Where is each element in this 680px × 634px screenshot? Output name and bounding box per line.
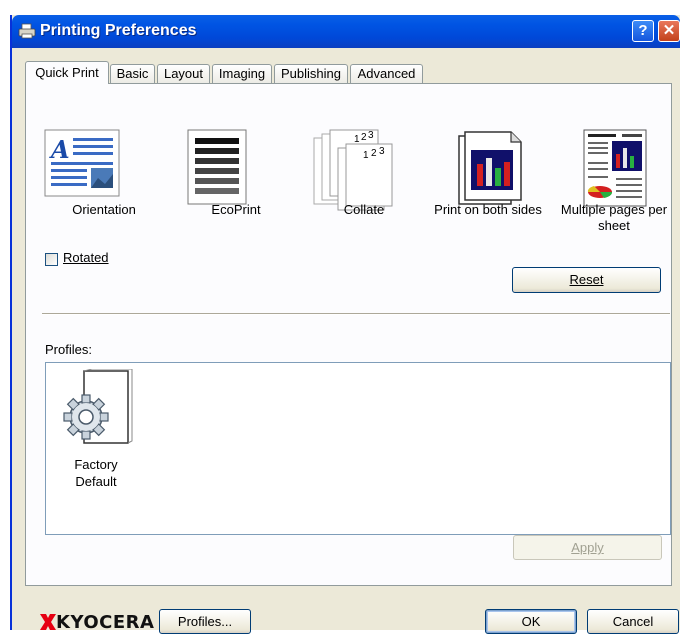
tab-publishing[interactable]: Publishing bbox=[274, 64, 348, 83]
profiles-label: Profiles: bbox=[45, 342, 92, 357]
profiles-button[interactable]: Profiles... bbox=[159, 609, 251, 634]
svg-text:2: 2 bbox=[371, 148, 377, 159]
orientation-option[interactable]: A bbox=[23, 128, 143, 203]
duplex-option[interactable] bbox=[431, 128, 551, 211]
svg-text:2: 2 bbox=[361, 132, 367, 143]
ecoprint-label: EcoPrint bbox=[211, 202, 261, 217]
help-button[interactable]: ? bbox=[632, 20, 654, 42]
orientation-label: Orientation bbox=[72, 202, 136, 217]
profiles-list[interactable]: Factory Default bbox=[45, 362, 671, 535]
orientation-icon: A bbox=[44, 129, 120, 197]
rotated-label[interactable]: Rotated bbox=[63, 250, 109, 265]
svg-text:1: 1 bbox=[354, 134, 360, 145]
tab-layout[interactable]: Layout bbox=[157, 64, 210, 83]
tab-advanced[interactable]: Advanced bbox=[350, 64, 423, 83]
question-icon: ? bbox=[638, 22, 648, 39]
kyocera-logo-icon bbox=[40, 614, 56, 630]
close-icon: ✕ bbox=[662, 22, 676, 39]
title-bar[interactable]: Printing Preferences ? ✕ bbox=[12, 15, 680, 48]
printer-icon bbox=[18, 23, 36, 39]
reset-button-label: Reset bbox=[569, 272, 604, 287]
multiple-pages-option[interactable] bbox=[555, 128, 675, 211]
reset-button[interactable]: Reset bbox=[512, 267, 661, 293]
profile-gear-icon bbox=[63, 369, 133, 444]
collate-label: Collate bbox=[343, 202, 385, 217]
svg-text:A: A bbox=[49, 135, 70, 164]
close-button[interactable]: ✕ bbox=[658, 20, 680, 42]
cancel-button[interactable]: Cancel bbox=[587, 609, 679, 634]
tab-basic[interactable]: Basic bbox=[110, 64, 155, 83]
separator bbox=[42, 313, 670, 315]
profile-item-factory-default[interactable]: Factory Default bbox=[46, 363, 146, 493]
apply-button[interactable]: Apply bbox=[513, 535, 662, 560]
svg-text:3: 3 bbox=[368, 130, 374, 141]
svg-text:1: 1 bbox=[363, 150, 369, 161]
multiple-pages-icon bbox=[583, 129, 647, 207]
duplex-icon bbox=[458, 131, 522, 205]
tab-quick-print[interactable]: Quick Print bbox=[25, 61, 109, 84]
profile-name: Factory Default bbox=[74, 457, 118, 489]
tab-imaging[interactable]: Imaging bbox=[212, 64, 272, 83]
duplex-label: Print on both sides bbox=[434, 202, 542, 217]
apply-button-label: Apply bbox=[571, 540, 604, 555]
multiple-pages-label: Multiple pages per sheet bbox=[560, 202, 668, 233]
window-title: Printing Preferences bbox=[40, 22, 197, 39]
ecoprint-icon bbox=[187, 129, 247, 205]
svg-text:3: 3 bbox=[379, 146, 385, 157]
ok-button[interactable]: OK bbox=[485, 609, 577, 634]
rotated-checkbox[interactable] bbox=[45, 253, 58, 266]
ecoprint-option[interactable] bbox=[158, 128, 278, 211]
printing-preferences-window: Printing Preferences ? ✕ Quick Print Bas… bbox=[10, 15, 680, 634]
